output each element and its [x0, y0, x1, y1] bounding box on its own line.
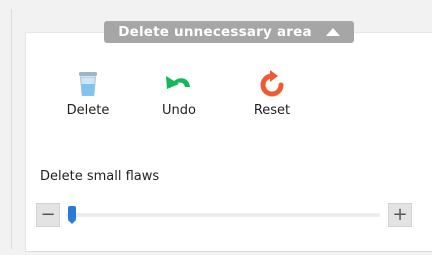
- undo-arrow-icon: [149, 70, 209, 98]
- slider-thumb[interactable]: [68, 206, 77, 224]
- small-flaws-label: Delete small flaws: [40, 169, 160, 184]
- left-divider: [11, 9, 12, 249]
- section-title: Delete unnecessary area: [118, 24, 312, 40]
- undo-button[interactable]: Undo: [149, 70, 209, 118]
- reset-button[interactable]: Reset: [242, 70, 302, 118]
- trash-bin-icon: [58, 70, 118, 98]
- caret-up-icon[interactable]: [325, 28, 340, 36]
- increase-button[interactable]: +: [388, 203, 412, 227]
- delete-button[interactable]: Delete: [58, 70, 118, 118]
- tool-panel: [25, 32, 432, 252]
- delete-label: Delete: [66, 103, 110, 118]
- small-flaws-slider[interactable]: [66, 206, 380, 224]
- decrease-button[interactable]: −: [36, 203, 60, 227]
- undo-label: Undo: [162, 103, 196, 118]
- reset-label: Reset: [253, 103, 291, 118]
- reset-circular-arrow-icon: [242, 70, 302, 98]
- section-header-toggle[interactable]: Delete unnecessary area: [104, 21, 354, 43]
